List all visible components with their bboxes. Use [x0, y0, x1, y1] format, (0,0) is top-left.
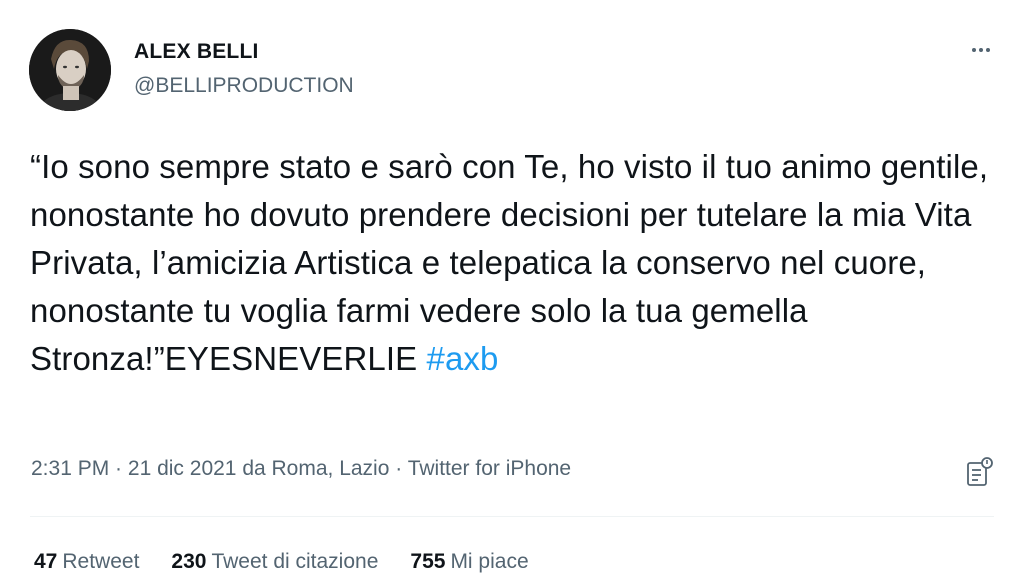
- dot: [972, 48, 976, 52]
- tweet-time[interactable]: 2:31 PM: [31, 457, 109, 480]
- avatar[interactable]: [29, 29, 111, 111]
- meta-separator: ·: [109, 457, 128, 480]
- analytics-glyph: [967, 457, 993, 486]
- quotes-stat[interactable]: 230 Tweet di citazione: [171, 550, 378, 574]
- retweets-label: Retweet: [62, 550, 140, 573]
- quotes-label: Tweet di citazione: [211, 550, 379, 573]
- author-handle[interactable]: @BELLIPRODUCTION: [134, 74, 354, 98]
- tweet-card: ALEX BELLI @BELLIPRODUCTION “Io sono sem…: [0, 0, 1024, 582]
- retweets-stat[interactable]: 47 Retweet: [34, 550, 139, 574]
- divider: [30, 516, 994, 517]
- tweet-source[interactable]: Twitter for iPhone: [408, 457, 571, 480]
- avatar-image: [29, 29, 111, 111]
- more-dots-icon[interactable]: [966, 40, 996, 60]
- dot: [986, 48, 990, 52]
- tweet-date-location[interactable]: 21 dic 2021 da Roma, Lazio: [128, 457, 390, 480]
- meta-separator: ·: [389, 457, 408, 480]
- author-name[interactable]: ALEX BELLI: [134, 40, 259, 64]
- retweets-count: 47: [34, 550, 58, 573]
- tweet-text: “Io sono sempre stato e sarò con Te, ho …: [30, 143, 990, 383]
- analytics-icon[interactable]: [966, 455, 994, 487]
- likes-stat[interactable]: 755 Mi piace: [410, 550, 528, 574]
- tweet-meta: 2:31 PM · 21 dic 2021 da Roma, Lazio · T…: [31, 457, 571, 481]
- dot: [979, 48, 983, 52]
- quotes-count: 230: [171, 550, 207, 573]
- tweet-stats: 47 Retweet 230 Tweet di citazione 755 Mi pi…: [34, 550, 529, 574]
- likes-label: Mi piace: [450, 550, 529, 573]
- tweet-body: “Io sono sempre stato e sarò con Te, ho …: [30, 148, 989, 377]
- hashtag-link[interactable]: #axb: [427, 340, 499, 377]
- likes-count: 755: [410, 550, 446, 573]
